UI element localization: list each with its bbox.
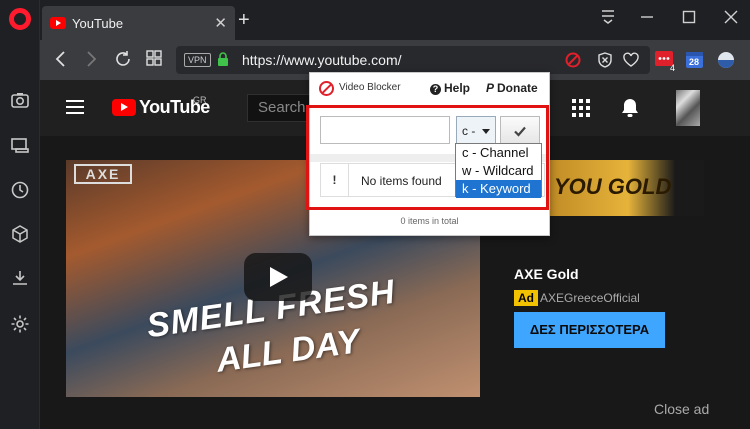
extensions-icon[interactable] bbox=[10, 224, 30, 244]
play-button[interactable] bbox=[244, 253, 312, 301]
extension-badge-count: 4 bbox=[670, 63, 676, 73]
reload-icon[interactable] bbox=[114, 50, 132, 72]
apps-grid-icon[interactable] bbox=[572, 99, 590, 117]
ad-banner-text: YOU GOLD bbox=[554, 174, 672, 199]
maximize-icon[interactable] bbox=[682, 10, 696, 29]
tab-grid-icon[interactable] bbox=[146, 50, 162, 70]
shield-x-icon[interactable] bbox=[596, 51, 614, 69]
back-icon[interactable] bbox=[54, 50, 68, 72]
chevron-down-icon bbox=[482, 129, 490, 134]
calendar-day: 28 bbox=[689, 57, 700, 67]
url-text[interactable]: https://www.youtube.com/ bbox=[242, 52, 402, 68]
video-blocker-extension-icon[interactable] bbox=[564, 51, 582, 69]
ad-cta-button[interactable]: ΔΕΣ ΠΕΡΙΣΣΟΤΕΡΑ bbox=[514, 312, 665, 348]
ad-channel[interactable]: AXEGreeceOfficial bbox=[540, 291, 640, 305]
paypal-icon: P bbox=[486, 81, 495, 95]
add-button[interactable] bbox=[500, 116, 540, 144]
option-channel[interactable]: c - Channel bbox=[456, 144, 541, 162]
option-wildcard[interactable]: w - Wildcard bbox=[456, 162, 541, 180]
heart-icon[interactable] bbox=[622, 51, 640, 69]
search-input[interactable]: Search bbox=[247, 94, 310, 122]
lock-icon[interactable] bbox=[218, 52, 228, 66]
items-total: 0 items in total bbox=[400, 216, 459, 226]
type-dropdown-list: c - Channel w - Wildcard k - Keyword bbox=[455, 143, 542, 198]
history-icon[interactable] bbox=[10, 180, 30, 200]
minimize-icon[interactable] bbox=[640, 10, 654, 29]
settings-icon[interactable] bbox=[10, 314, 30, 334]
camera-icon[interactable] bbox=[10, 90, 30, 110]
address-bar[interactable]: VPN https://www.youtube.com/ bbox=[176, 46, 650, 74]
option-keyword[interactable]: k - Keyword bbox=[456, 180, 541, 198]
avatar[interactable] bbox=[676, 90, 700, 126]
type-select-value: c - bbox=[462, 124, 476, 138]
help-link[interactable]: ? Help bbox=[430, 81, 470, 95]
filter-input[interactable] bbox=[320, 116, 450, 144]
vpn-badge[interactable]: VPN bbox=[184, 53, 211, 67]
tab-menu-icon[interactable] bbox=[600, 8, 616, 29]
close-window-icon[interactable] bbox=[724, 10, 738, 29]
opera-logo-icon[interactable] bbox=[9, 8, 31, 30]
table-marker: ! bbox=[321, 164, 349, 196]
help-label: Help bbox=[444, 81, 471, 95]
donate-link[interactable]: P Donate bbox=[486, 81, 538, 95]
ad-badge: Ad bbox=[514, 290, 538, 306]
menu-icon[interactable] bbox=[66, 100, 84, 114]
check-icon bbox=[514, 124, 526, 137]
youtube-logo-icon[interactable] bbox=[112, 99, 136, 116]
axe-logo: AXE bbox=[74, 164, 132, 184]
tab-youtube[interactable]: YouTube ✕ bbox=[42, 6, 235, 40]
downloads-icon[interactable] bbox=[10, 268, 30, 288]
youtube-favicon-icon bbox=[50, 17, 66, 29]
donate-label: Donate bbox=[497, 81, 538, 95]
profile-extension-icon[interactable] bbox=[715, 49, 737, 71]
popup-header: Video Blocker ? Help P Donate bbox=[310, 73, 549, 105]
new-tab-button[interactable]: + bbox=[238, 10, 250, 30]
help-icon: ? bbox=[430, 84, 441, 95]
snapshot-icon[interactable] bbox=[10, 135, 30, 155]
type-select[interactable]: c - bbox=[456, 116, 496, 144]
tab-strip: YouTube ✕ + bbox=[40, 0, 750, 40]
country-code: GR bbox=[193, 95, 207, 105]
forward-icon[interactable] bbox=[84, 50, 98, 72]
tab-title: YouTube bbox=[72, 16, 124, 31]
empty-message: No items found bbox=[361, 174, 442, 188]
video-blocker-logo-icon bbox=[319, 81, 334, 96]
popup-title: Video Blocker bbox=[339, 82, 401, 93]
close-ad-button[interactable]: Close ad bbox=[654, 401, 709, 417]
tab-close-icon[interactable]: ✕ bbox=[214, 14, 227, 32]
notifications-bell-icon[interactable] bbox=[620, 97, 640, 119]
ad-title[interactable]: AXE Gold bbox=[514, 266, 579, 282]
opera-sidebar bbox=[0, 0, 40, 429]
